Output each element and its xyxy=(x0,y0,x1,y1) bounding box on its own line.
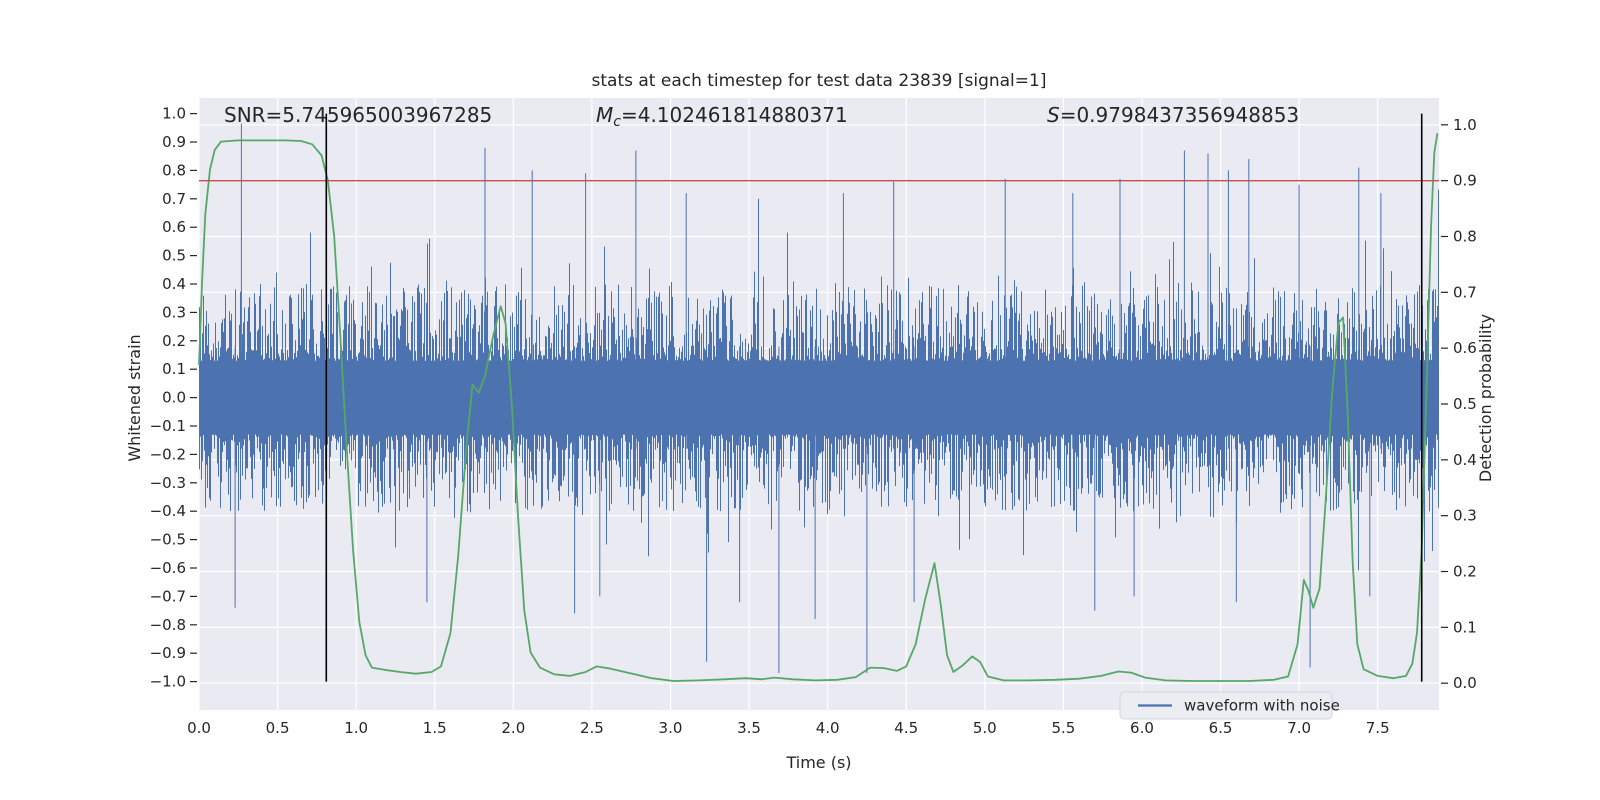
x-tick-label: 5.0 xyxy=(973,719,997,737)
left-tick-label: −0.2 xyxy=(150,445,186,463)
right-tick-label: 0.6 xyxy=(1453,339,1477,357)
x-tick-label: 2.5 xyxy=(580,719,604,737)
x-tick-label: 7.5 xyxy=(1366,719,1390,737)
chart-svg: 1.0 0.9 0.8 0.7 0.6 0.5 0.4 0.3 0.2 0.1 0.0 −0.1 −0.… xyxy=(125,71,1495,772)
left-tick-label: 0.6 xyxy=(162,218,186,236)
left-tick-label: 0.5 xyxy=(162,247,186,265)
x-tick-label: 4.0 xyxy=(816,719,840,737)
x-axis-label: Time (s) xyxy=(785,753,851,772)
x-tick-label: 7.0 xyxy=(1287,719,1311,737)
left-tick-label: −0.5 xyxy=(150,531,186,549)
annotation-mc-value: =4.102461814880371 xyxy=(621,103,848,127)
figure: 1.0 0.9 0.8 0.7 0.6 0.5 0.4 0.3 0.2 0.1 0.0 −0.1 −0.… xyxy=(0,0,1600,800)
left-tick-label: 0.3 xyxy=(162,303,186,321)
left-tick-label: −0.1 xyxy=(150,417,186,435)
left-tick-label: −0.6 xyxy=(150,559,186,577)
x-tick-label: 5.5 xyxy=(1051,719,1075,737)
right-tick-label: 1.0 xyxy=(1453,116,1477,134)
left-tick-label: −1.0 xyxy=(150,673,186,691)
left-tick-label: 0.0 xyxy=(162,389,186,407)
left-tick-label: 0.1 xyxy=(162,360,186,378)
right-tick-label: 0.4 xyxy=(1453,451,1477,469)
legend-label: waveform with noise xyxy=(1184,697,1340,715)
right-tick-label: 0.0 xyxy=(1453,674,1477,692)
left-tick-label: 0.2 xyxy=(162,332,186,350)
x-tick-label: 0.5 xyxy=(266,719,290,737)
left-axis-label: Whitened strain xyxy=(125,334,144,461)
left-tick-label: 1.0 xyxy=(162,105,186,123)
x-tick-label: 4.5 xyxy=(894,719,918,737)
left-tick-label: 0.9 xyxy=(162,133,186,151)
annotation-s-value: =0.9798437356948853 xyxy=(1060,103,1299,127)
annotation-significance: S=0.9798437356948853 xyxy=(1047,103,1299,127)
annotation-snr: SNR=5.745965003967285 xyxy=(224,103,492,127)
x-tick-label: 2.0 xyxy=(501,719,525,737)
left-tick-label: 0.7 xyxy=(162,190,186,208)
left-tick-label: −0.8 xyxy=(150,616,186,634)
right-tick-label: 0.1 xyxy=(1453,618,1477,636)
right-axis-label: Detection probability xyxy=(1476,314,1495,482)
x-tick-label: 1.5 xyxy=(423,719,447,737)
x-tick-label: 6.0 xyxy=(1130,719,1154,737)
right-tick-label: 0.2 xyxy=(1453,563,1477,581)
right-tick-label: 0.5 xyxy=(1453,395,1477,413)
right-tick-label: 0.7 xyxy=(1453,283,1477,301)
right-tick-label: 0.8 xyxy=(1453,227,1477,245)
legend: waveform with noise xyxy=(1119,691,1340,720)
annotation-mc-symbol: M xyxy=(596,103,613,127)
left-tick-label: 0.4 xyxy=(162,275,186,293)
annotation-s-symbol: S xyxy=(1047,103,1060,127)
left-tick-label: 0.8 xyxy=(162,161,186,179)
x-tick-label: 3.5 xyxy=(737,719,761,737)
annotation-chirp-mass: Mc=4.102461814880371 xyxy=(596,103,848,130)
chart-title: stats at each timestep for test data 238… xyxy=(592,71,1047,91)
x-tick-label: 3.0 xyxy=(659,719,683,737)
x-tick-label: 0.0 xyxy=(187,719,211,737)
left-tick-label: −0.7 xyxy=(150,587,186,605)
right-tick-label: 0.3 xyxy=(1453,507,1477,525)
left-tick-label: −0.3 xyxy=(150,474,186,492)
x-tick-label: 1.0 xyxy=(344,719,368,737)
left-tick-label: −0.9 xyxy=(150,644,186,662)
right-tick-label: 0.9 xyxy=(1453,172,1477,190)
x-tick-label: 6.5 xyxy=(1209,719,1233,737)
left-tick-label: −0.4 xyxy=(150,502,186,520)
